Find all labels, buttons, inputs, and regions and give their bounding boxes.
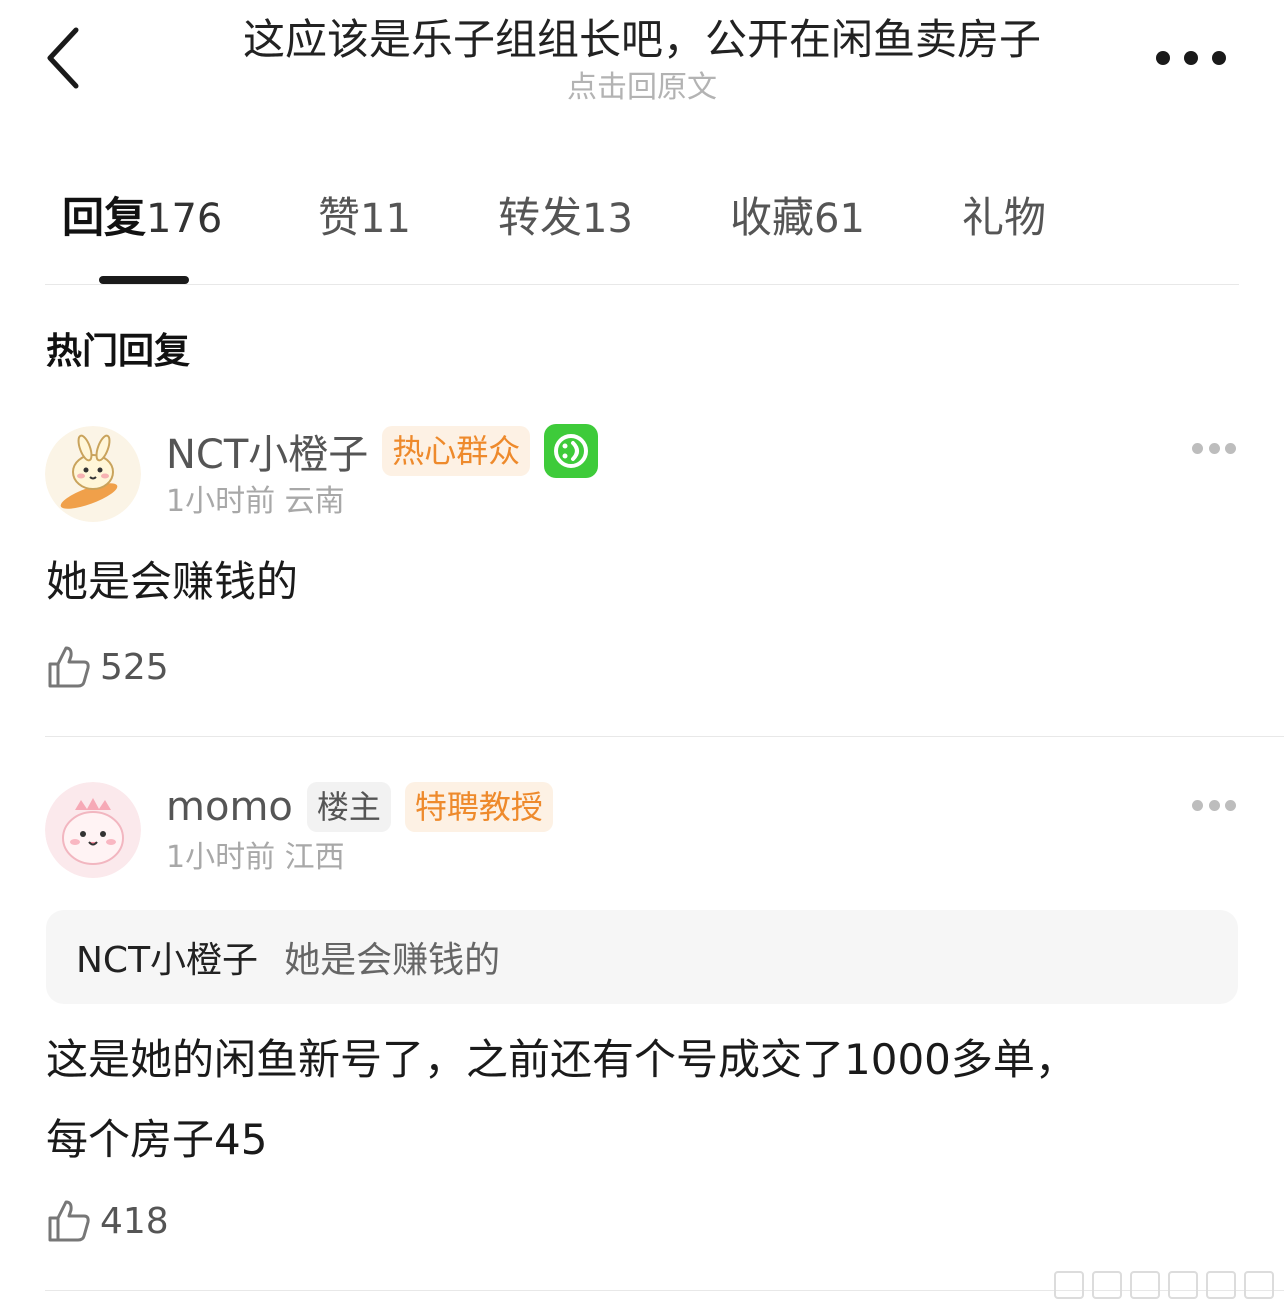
quote-text: 她是会赚钱的 bbox=[284, 940, 501, 981]
user-badge[interactable]: 热心群众 bbox=[382, 426, 531, 476]
thumbs-up-icon bbox=[48, 1200, 90, 1242]
back-button[interactable] bbox=[40, 24, 96, 92]
vip-icon[interactable] bbox=[544, 424, 599, 478]
more-horizontal-icon bbox=[1192, 800, 1203, 811]
more-horizontal-icon bbox=[1192, 443, 1203, 454]
back-to-original-link[interactable]: 点击回原文 bbox=[180, 68, 1104, 108]
user-badge[interactable]: 特聘教授 bbox=[404, 782, 553, 832]
chevron-left-icon bbox=[47, 27, 79, 89]
comment-time: 1小时前 bbox=[166, 484, 276, 519]
comment-text-line: 这是她的闲鱼新号了，之前还有个号成交了1000多单， bbox=[46, 1035, 1077, 1084]
comment-text: 她是会赚钱的 bbox=[46, 557, 299, 606]
comment-meta: 1小时前 云南 bbox=[166, 482, 345, 522]
user-line: momo 楼主 特聘教授 bbox=[166, 778, 567, 836]
comment-location: 云南 bbox=[284, 484, 345, 519]
avatar[interactable] bbox=[45, 782, 141, 878]
tab-favorites-label: 收藏 bbox=[730, 193, 815, 242]
comment-time: 1小时前 bbox=[166, 840, 276, 875]
top-bar: 这应该是乐子组组长吧，公开在闲鱼卖房子 点击回原文 bbox=[0, 0, 1284, 120]
comment-text-line: 每个房子45 bbox=[46, 1115, 268, 1164]
title-block[interactable]: 这应该是乐子组组长吧，公开在闲鱼卖房子 点击回原文 bbox=[180, 14, 1104, 108]
tab-replies-count: 176 bbox=[146, 196, 223, 242]
tab-gifts[interactable]: 礼物 bbox=[962, 186, 1046, 250]
bunny-avatar-icon bbox=[45, 426, 141, 522]
section-title: 热门回复 bbox=[46, 331, 191, 372]
tab-favorites[interactable]: 收藏61 bbox=[730, 186, 865, 251]
tab-replies[interactable]: 回复176 bbox=[62, 186, 222, 251]
more-horizontal-icon bbox=[1156, 51, 1170, 65]
tab-likes-count: 11 bbox=[360, 196, 411, 242]
like-count: 525 bbox=[100, 646, 169, 688]
comment-meta: 1小时前 江西 bbox=[166, 838, 345, 878]
tab-reposts-label: 转发 bbox=[498, 193, 583, 242]
tab-reposts-count: 13 bbox=[582, 196, 633, 242]
comment-more-button[interactable] bbox=[1192, 443, 1236, 455]
username[interactable]: momo bbox=[166, 784, 293, 830]
tab-likes[interactable]: 赞11 bbox=[318, 186, 411, 251]
comment-more-button[interactable] bbox=[1192, 800, 1236, 812]
watermark-icon bbox=[1054, 1271, 1274, 1299]
active-tab-indicator bbox=[99, 276, 189, 284]
pink-creature-avatar-icon bbox=[45, 782, 141, 878]
user-line: NCT小橙子 热心群众 bbox=[166, 422, 599, 480]
smile-icon bbox=[554, 434, 589, 468]
tab-bar: 回复176 赞11 转发13 收藏61 礼物 bbox=[0, 186, 1284, 286]
post-detail-page: 这应该是乐子组组长吧，公开在闲鱼卖房子 点击回原文 回复176 赞11 转发13… bbox=[0, 0, 1284, 1305]
tab-likes-label: 赞 bbox=[318, 193, 361, 242]
username[interactable]: NCT小橙子 bbox=[166, 422, 368, 480]
op-badge: 楼主 bbox=[306, 782, 391, 832]
like-button[interactable]: 418 bbox=[46, 1196, 169, 1246]
tab-reposts[interactable]: 转发13 bbox=[498, 186, 633, 251]
quoted-reply[interactable]: NCT小橙子 她是会赚钱的 bbox=[46, 910, 1238, 1004]
divider bbox=[45, 284, 1239, 285]
like-count: 418 bbox=[100, 1200, 169, 1242]
avatar[interactable] bbox=[45, 426, 141, 522]
tab-favorites-count: 61 bbox=[814, 196, 865, 242]
like-button[interactable]: 525 bbox=[46, 642, 169, 692]
thumbs-up-icon bbox=[48, 646, 90, 688]
tab-replies-label: 回复 bbox=[62, 193, 147, 242]
divider bbox=[45, 736, 1284, 737]
quote-username: NCT小橙子 bbox=[76, 940, 259, 981]
page-title: 这应该是乐子组组长吧，公开在闲鱼卖房子 bbox=[242, 15, 1041, 64]
more-button[interactable] bbox=[1156, 48, 1226, 68]
comment-text: 这是她的闲鱼新号了，之前还有个号成交了1000多单， 每个房子45 bbox=[46, 1020, 1236, 1180]
comment-location: 江西 bbox=[284, 840, 345, 875]
tab-gifts-label: 礼物 bbox=[962, 193, 1047, 242]
